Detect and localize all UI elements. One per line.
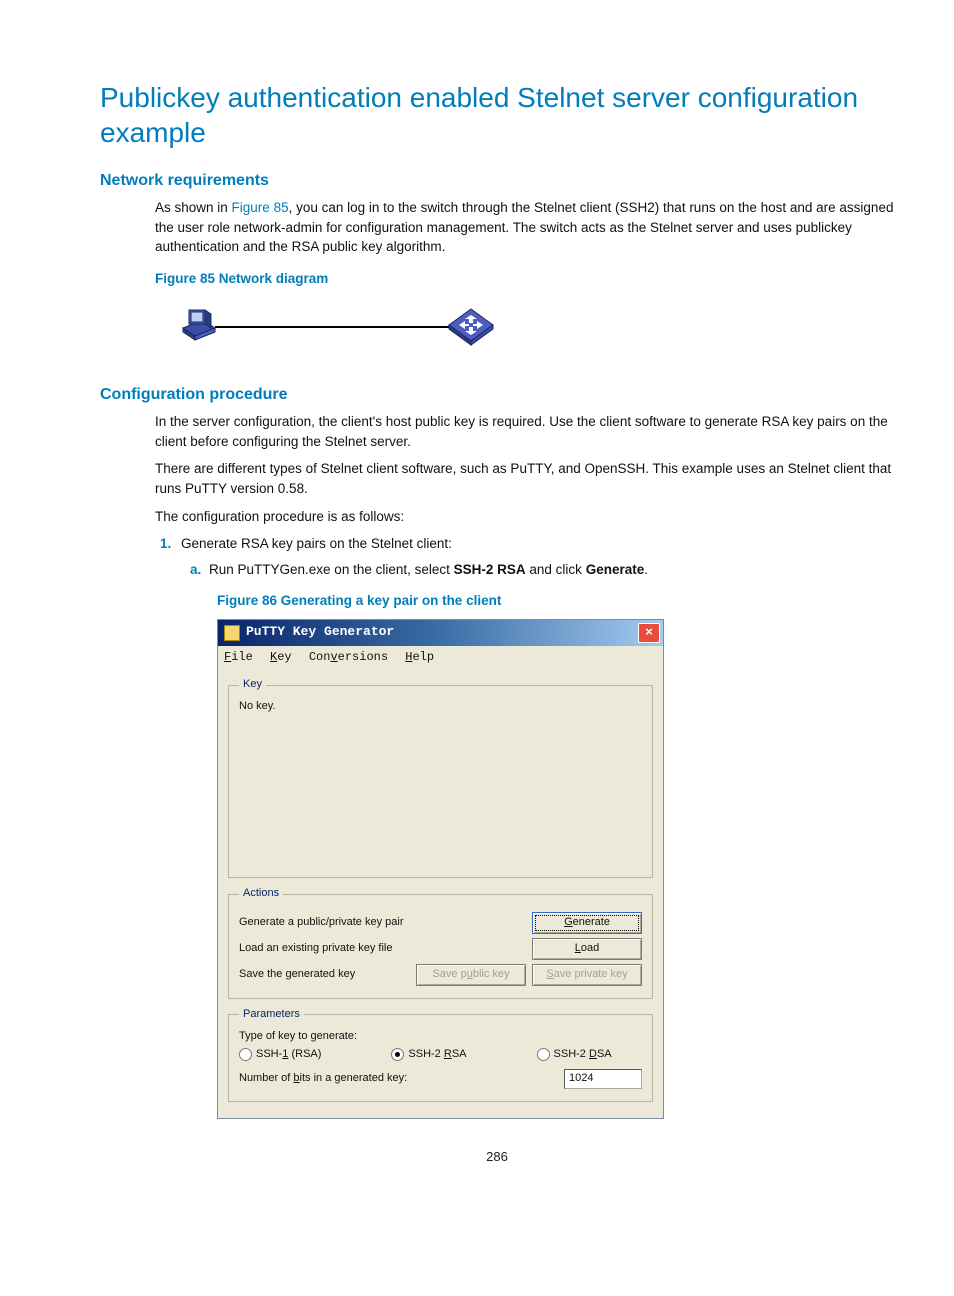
window-title: PuTTY Key Generator [246, 623, 394, 642]
close-button[interactable]: × [638, 623, 660, 643]
actions-legend: Actions [239, 886, 283, 902]
menu-help[interactable]: Help [405, 650, 434, 664]
radio-icon [537, 1048, 550, 1061]
app-icon [224, 625, 240, 641]
load-label: Load an existing private key file [239, 941, 392, 957]
switch-icon [447, 307, 495, 353]
figure-85-caption: Figure 85 Network diagram [155, 269, 894, 289]
step-1: Generate RSA key pairs on the Stelnet cl… [175, 534, 894, 1119]
menubar: File Key Conversions Help [218, 646, 663, 669]
key-status: No key. [239, 699, 642, 869]
step-1a: Run PuTTYGen.exe on the client, select S… [205, 560, 894, 580]
type-label: Type of key to generate: [239, 1029, 642, 1045]
key-legend: Key [239, 677, 266, 693]
bits-input[interactable]: 1024 [564, 1069, 642, 1089]
page-title: Publickey authentication enabled Stelnet… [100, 80, 894, 150]
save-label: Save the generated key [239, 967, 355, 983]
radio-icon [391, 1048, 404, 1061]
menu-file[interactable]: File [224, 650, 253, 664]
section-configuration-procedure: Configuration procedure [100, 386, 894, 404]
cfg-p2: There are different types of Stelnet cli… [155, 459, 894, 498]
puttygen-window: PuTTY Key Generator × File Key Conversio… [217, 619, 664, 1119]
figure-85-link[interactable]: Figure 85 [232, 200, 289, 215]
key-fieldset: Key No key. [228, 677, 653, 878]
radio-ssh1-rsa[interactable]: SSH-1 (RSA) [239, 1047, 321, 1063]
generate-label: Generate a public/private key pair [239, 915, 403, 931]
cfg-p1: In the server configuration, the client'… [155, 412, 894, 451]
figure-86-caption: Figure 86 Generating a key pair on the c… [217, 591, 894, 611]
menu-key[interactable]: Key [270, 650, 292, 664]
bits-label: Number of bits in a generated key: [239, 1071, 407, 1087]
menu-conversions[interactable]: Conversions [309, 650, 388, 664]
save-private-key-button[interactable]: Save private key [532, 964, 642, 986]
generate-button[interactable]: Generate [532, 912, 642, 934]
actions-fieldset: Actions Generate a public/private key pa… [228, 886, 653, 999]
radio-icon [239, 1048, 252, 1061]
load-button[interactable]: Load [532, 938, 642, 960]
radio-ssh2-rsa[interactable]: SSH-2 RSA [391, 1047, 466, 1063]
parameters-legend: Parameters [239, 1007, 304, 1023]
parameters-fieldset: Parameters Type of key to generate: SSH-… [228, 1007, 653, 1102]
host-icon [175, 302, 223, 356]
cfg-p3: The configuration procedure is as follow… [155, 507, 894, 527]
titlebar: PuTTY Key Generator × [218, 620, 663, 646]
network-diagram [175, 296, 495, 356]
radio-ssh2-dsa[interactable]: SSH-2 DSA [537, 1047, 612, 1063]
save-public-key-button[interactable]: Save public key [416, 964, 526, 986]
net-req-paragraph: As shown in Figure 85, you can log in to… [155, 198, 894, 257]
page-number: 286 [100, 1149, 894, 1164]
section-network-requirements: Network requirements [100, 172, 894, 190]
